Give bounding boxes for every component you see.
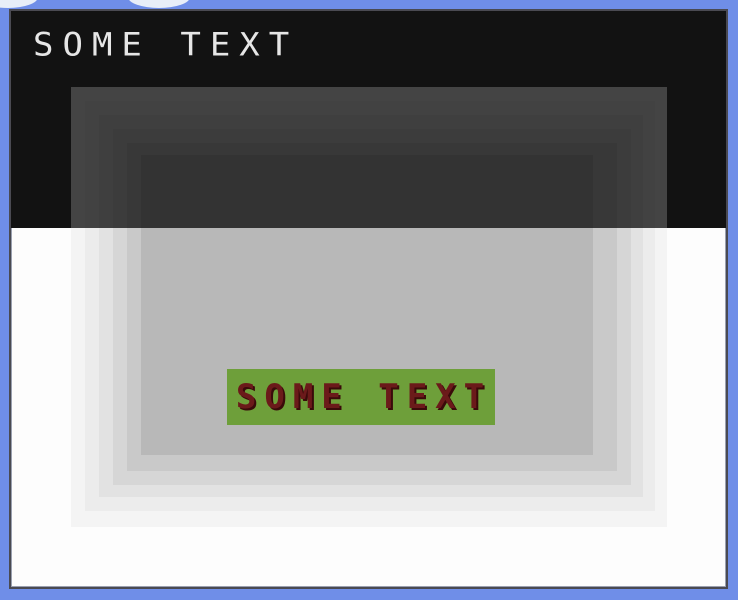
background-cloud	[0, 0, 38, 8]
some-text-button[interactable]: SOME TEXT	[227, 369, 495, 425]
game-dialog-window: SOME TEXT SOME TEXT	[9, 9, 728, 589]
header-title: SOME TEXT	[33, 26, 299, 65]
background-cloud	[128, 0, 190, 8]
button-label: SOME TEXT	[235, 377, 493, 417]
